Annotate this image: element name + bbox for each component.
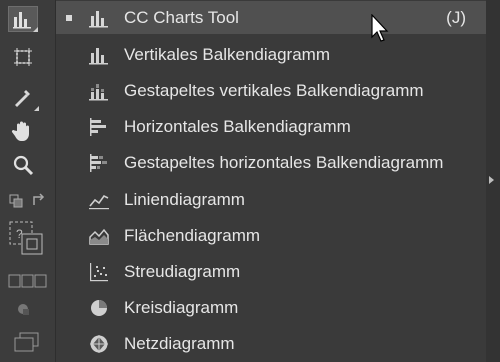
screen-mode-icon[interactable] (8, 296, 38, 322)
eyedropper-icon[interactable] (8, 84, 39, 111)
horizontal-bar-chart-icon (90, 117, 106, 136)
menu-item-vertical-bar-chart[interactable]: Vertikales Balkendiagramm (56, 38, 486, 71)
menu-item-scatter-chart[interactable]: Streudiagramm (56, 255, 486, 288)
menu-item-label: Flächendiagramm (124, 225, 261, 245)
change-screen-mode-icon[interactable] (8, 330, 44, 356)
menu-item-line-chart[interactable]: Liniendiagramm (56, 183, 486, 216)
vertical-bar-chart-icon (89, 47, 108, 64)
keyboard-shortcut: (J) (446, 7, 466, 27)
chart-tool-icon[interactable] (8, 6, 38, 32)
expand-arrow-icon[interactable] (489, 176, 494, 184)
tools-panel: ? (0, 0, 55, 362)
zoom-icon[interactable] (8, 152, 38, 178)
menu-item-label: Liniendiagramm (124, 189, 245, 209)
menu-item-horizontal-bar-chart[interactable]: Horizontales Balkendiagramm (56, 110, 486, 143)
menu-item-stacked-horizontal-bar-chart[interactable]: Gestapeltes horizontales Balkendiagramm (56, 146, 486, 179)
area-chart-icon (89, 228, 109, 245)
line-chart-icon (89, 194, 109, 209)
hand-icon[interactable] (8, 118, 38, 144)
menu-item-label: Vertikales Balkendiagramm (124, 44, 330, 64)
radar-chart-icon (90, 334, 108, 353)
menu-item-label: CC Charts Tool (124, 7, 239, 27)
menu-item-label: Gestapeltes horizontales Balkendiagramm (124, 152, 444, 172)
vertical-bar-chart-icon (89, 10, 108, 27)
chart-tools-flyout-menu: CC Charts Tool (J) Vertikales Balkendiag… (55, 0, 486, 362)
flyout-indicator-icon (34, 106, 39, 111)
menu-item-label: Horizontales Balkendiagramm (124, 116, 351, 136)
draw-mode-icon[interactable] (8, 268, 48, 294)
flyout-indicator-icon (33, 27, 38, 32)
fill-stroke-icon[interactable]: ? (8, 218, 48, 262)
menu-item-radar-chart[interactable]: Netzdiagramm (56, 327, 486, 360)
mouse-pointer-icon (371, 14, 389, 42)
scatter-chart-icon (90, 262, 108, 281)
stacked-vertical-bar-chart-icon (89, 83, 108, 100)
menu-item-label: Netzdiagramm (124, 333, 235, 353)
menu-item-label: Kreisdiagramm (124, 297, 239, 317)
swap-fill-stroke-icon[interactable] (8, 188, 48, 214)
menu-item-pie-chart[interactable]: Kreisdiagramm (56, 291, 486, 324)
menu-item-cc-charts-tool[interactable]: CC Charts Tool (J) (56, 1, 486, 34)
pie-chart-icon (91, 299, 107, 316)
menu-item-label: Streudiagramm (124, 261, 241, 281)
menu-item-stacked-vertical-bar-chart[interactable]: Gestapeltes vertikales Balkendiagramm (56, 74, 486, 107)
artboard-icon[interactable] (8, 44, 38, 70)
stacked-horizontal-bar-chart-icon (90, 153, 107, 172)
menu-item-label: Gestapeltes vertikales Balkendiagramm (124, 80, 424, 100)
selected-bullet (66, 14, 72, 21)
menu-item-area-chart[interactable]: Flächendiagramm (56, 219, 486, 252)
